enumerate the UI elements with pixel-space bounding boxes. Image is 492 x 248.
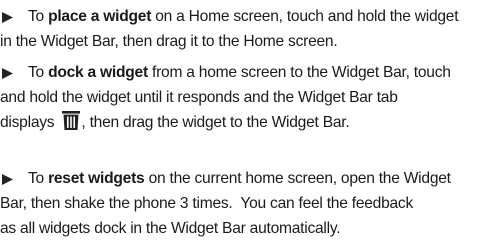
instruction-line: To dock a widget from a home screen to t… xyxy=(28,60,492,85)
bullet-arrow-icon xyxy=(0,60,28,86)
instruction-text: To dock a widget from a home screen to t… xyxy=(0,60,492,135)
instruction-line: Bar, then shake the phone 3 times. You c… xyxy=(0,195,414,212)
instruction-line-rest: from a home screen to the Widget Bar, to… xyxy=(147,64,451,81)
instruction-item-reset-widgets: To reset widgets on the current home scr… xyxy=(0,166,492,241)
instruction-item-place-widget: To place a widget on a Home screen, touc… xyxy=(0,4,492,54)
instruction-keyword: reset widgets xyxy=(48,170,145,187)
instruction-text-before-icon: displays xyxy=(0,114,59,131)
instruction-text-after-icon: , then drag the widget to the Widget Bar… xyxy=(81,114,350,131)
instruction-line-rest: on the current home screen, open the Wid… xyxy=(144,170,451,187)
instruction-text: To place a widget on a Home screen, touc… xyxy=(0,4,492,54)
instruction-line: To reset widgets on the current home scr… xyxy=(28,166,492,191)
instruction-intro: To xyxy=(28,8,49,25)
trash-can-icon xyxy=(62,110,81,138)
instruction-text: To reset widgets on the current home scr… xyxy=(0,166,492,241)
instruction-keyword: dock a widget xyxy=(48,64,148,81)
instruction-intro: To xyxy=(28,64,49,81)
bullet-arrow-icon xyxy=(0,166,28,192)
instruction-intro: To xyxy=(28,170,49,187)
instruction-line: To place a widget on a Home screen, touc… xyxy=(28,4,492,29)
instruction-line: in the Widget Bar, then drag it to the H… xyxy=(0,33,338,50)
instruction-line-rest: on a Home screen, touch and hold the wid… xyxy=(151,8,459,25)
instruction-line: as all widgets dock in the Widget Bar au… xyxy=(0,220,341,237)
instruction-line: and hold the widget until it responds an… xyxy=(0,89,398,106)
bullet-arrow-icon xyxy=(0,4,28,30)
instruction-keyword: place a widget xyxy=(48,8,152,25)
instruction-item-dock-widget: To dock a widget from a home screen to t… xyxy=(0,60,492,135)
instruction-line: displays , then drag the widget to the W… xyxy=(0,110,492,135)
